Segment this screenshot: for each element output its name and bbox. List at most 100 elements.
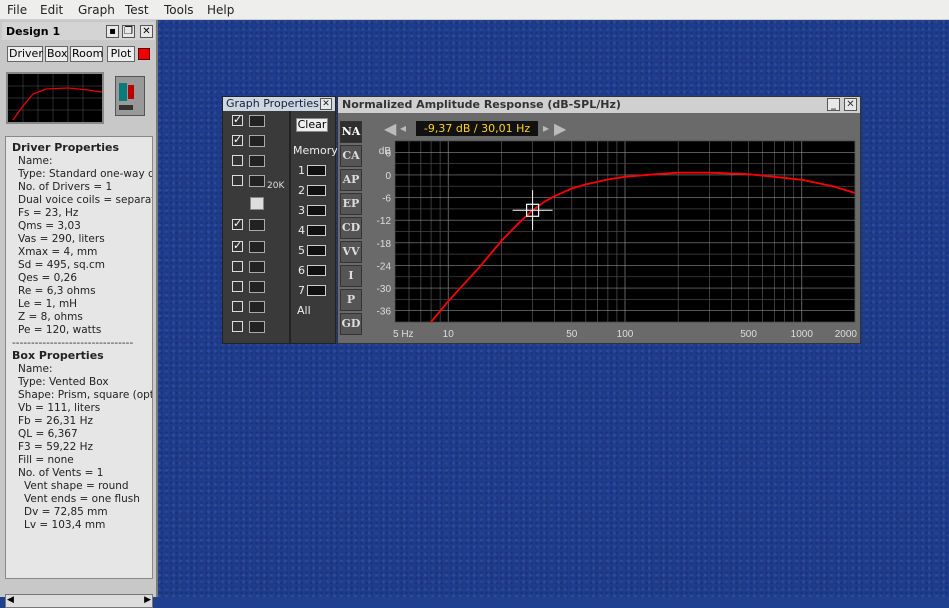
horizontal-scrollbar[interactable]: ◀ ▶ <box>5 594 153 608</box>
y-tick-label: -12 <box>377 216 392 227</box>
autoscale-icon[interactable] <box>250 197 264 210</box>
box-properties-heading: Box Properties <box>12 349 104 362</box>
diaphragm-signal-icon <box>249 301 265 313</box>
driver-signal-icon <box>249 219 265 231</box>
vent-property: Vent ends = one flush <box>24 493 140 505</box>
menu-test[interactable]: Test <box>125 3 149 17</box>
graph-option-checkbox[interactable] <box>232 301 243 312</box>
graph-option-checkbox[interactable] <box>232 321 243 332</box>
minimize-icon[interactable]: _ <box>827 98 840 111</box>
tab-plot[interactable]: Plot <box>107 46 135 62</box>
y-tick-label: 0 <box>385 171 391 182</box>
driver-property: Vas = 290, liters <box>18 233 105 245</box>
driver-property: Name: <box>18 155 53 167</box>
amplitude-chart[interactable]: 60-6-12-18-24-30-36dB5 Hz 10 50 100 500 1000 2… <box>363 117 858 341</box>
menu-edit[interactable]: Edit <box>40 3 63 17</box>
box-property: F3 = 59,22 Hz <box>18 441 93 453</box>
menu-help[interactable]: Help <box>207 3 234 17</box>
memory-label: Memory <box>293 144 338 157</box>
graph-option-checkbox[interactable] <box>232 239 243 252</box>
section-separator: -------------------------------- <box>12 337 134 349</box>
driver-property: No. of Drivers = 1 <box>18 181 113 193</box>
driver-property: Z = 8, ohms <box>18 311 83 323</box>
scale-icon <box>249 155 265 167</box>
x-tick-label: 1000 <box>791 329 814 340</box>
plot-color-swatch[interactable] <box>138 48 150 60</box>
memory-slot-button[interactable] <box>307 285 326 296</box>
driver-property: Dual voice coils = separate <box>18 194 153 206</box>
graph-tab-p[interactable]: P <box>340 289 362 311</box>
x-tick-label: 50 <box>566 329 578 340</box>
graph-option-checkbox[interactable] <box>232 217 243 230</box>
box-property: Fb = 26,31 Hz <box>18 415 93 427</box>
close-icon[interactable]: ✕ <box>844 98 857 111</box>
memory-slot-button[interactable] <box>307 205 326 216</box>
box-property: No. of Vents = 1 <box>18 467 104 479</box>
menu-file[interactable]: File <box>7 3 27 17</box>
menu-tools[interactable]: Tools <box>164 3 194 17</box>
y-tick-label: -30 <box>377 284 392 295</box>
menu-graph[interactable]: Graph <box>78 3 115 17</box>
graph-tab-na[interactable]: NA <box>340 121 362 143</box>
x-tick-label: 2000 <box>835 329 858 340</box>
graph-tab-ep[interactable]: EP <box>340 193 362 215</box>
vent-property: Vent shape = round <box>24 480 129 492</box>
graph-properties-titlebar: Graph Properties ✕ <box>223 97 335 111</box>
tab-box[interactable]: Box <box>45 46 68 62</box>
clear-button[interactable]: Clear <box>296 118 328 132</box>
memory-slot-label: 1 <box>298 164 305 177</box>
amplitude-response-window: Normalized Amplitude Response (dB-SPL/Hz… <box>337 96 861 344</box>
box-property: QL = 6,367 <box>18 428 78 440</box>
memory-slot-label: 5 <box>298 244 305 257</box>
driver-property: Le = 1, mH <box>18 298 78 310</box>
graph-option-checkbox[interactable] <box>232 113 243 126</box>
y-tick-label: -18 <box>377 239 392 250</box>
graph-properties-window: Graph Properties ✕ 20K Clear Memory 1 2 3 4… <box>222 96 338 344</box>
y-axis-label: dB <box>379 146 392 157</box>
graph-tab-cd[interactable]: CD <box>340 217 362 239</box>
speaker-box-icon <box>115 76 145 116</box>
memory-slot-button[interactable] <box>307 265 326 276</box>
window-title: Normalized Amplitude Response (dB-SPL/Hz… <box>342 98 621 111</box>
box-property: Type: Vented Box <box>18 376 109 388</box>
box-signal-icon <box>249 241 265 253</box>
memory-slot-button[interactable] <box>307 185 326 196</box>
graph-option-checkbox[interactable] <box>232 155 243 166</box>
driver-property: Qms = 3,03 <box>18 220 81 232</box>
driver-property: Type: Standard one-way driv <box>18 168 152 180</box>
memory-all-button[interactable]: All <box>297 304 311 317</box>
box-property: Vb = 111, liters <box>18 402 101 414</box>
tab-driver[interactable]: Driver <box>7 46 43 62</box>
graph-option-checkbox[interactable] <box>232 133 243 146</box>
memory-slot-button[interactable] <box>307 225 326 236</box>
x-tick-label: 500 <box>740 329 757 340</box>
graph-tab-vv[interactable]: VV <box>340 241 362 263</box>
close-icon[interactable]: ✕ <box>320 98 332 110</box>
response-thumbnail[interactable] <box>6 72 104 124</box>
memory-slot-button[interactable] <box>307 245 326 256</box>
graph-tab-ca[interactable]: CA <box>340 145 362 167</box>
driver-property: Qes = 0,26 <box>18 272 78 284</box>
graph-option-checkbox[interactable] <box>232 261 243 272</box>
properties-list: Driver Properties Name: Type: Standard on… <box>5 136 153 579</box>
vent-property: Lv = 103,4 mm <box>24 519 106 531</box>
tab-room[interactable]: Room <box>70 46 103 62</box>
copy-icon[interactable]: ❐ <box>122 25 135 38</box>
crosshair-icon <box>249 115 265 127</box>
driver-property: Pe = 120, watts <box>18 324 102 336</box>
x-tick-label: 5 Hz <box>393 329 414 340</box>
graph-option-checkbox[interactable] <box>232 175 243 186</box>
graph-properties-title: Graph Properties <box>226 97 319 110</box>
graph-tab-ap[interactable]: AP <box>340 169 362 191</box>
excursion-signal-icon <box>249 321 265 333</box>
close-icon[interactable]: ✕ <box>140 25 153 38</box>
box-property: Name: <box>18 363 53 375</box>
memory-slot-button[interactable] <box>307 165 326 176</box>
graph-tab-i[interactable]: I <box>340 265 362 287</box>
save-icon[interactable]: ▪ <box>106 25 119 38</box>
graph-tab-gd[interactable]: GD <box>340 313 362 335</box>
design-titlebar: Design 1 ▪ ❐ ✕ <box>2 22 155 40</box>
memory-slot-label: 7 <box>298 284 305 297</box>
graph-option-checkbox[interactable] <box>232 281 243 292</box>
vent-property: Dv = 72,85 mm <box>24 506 108 518</box>
